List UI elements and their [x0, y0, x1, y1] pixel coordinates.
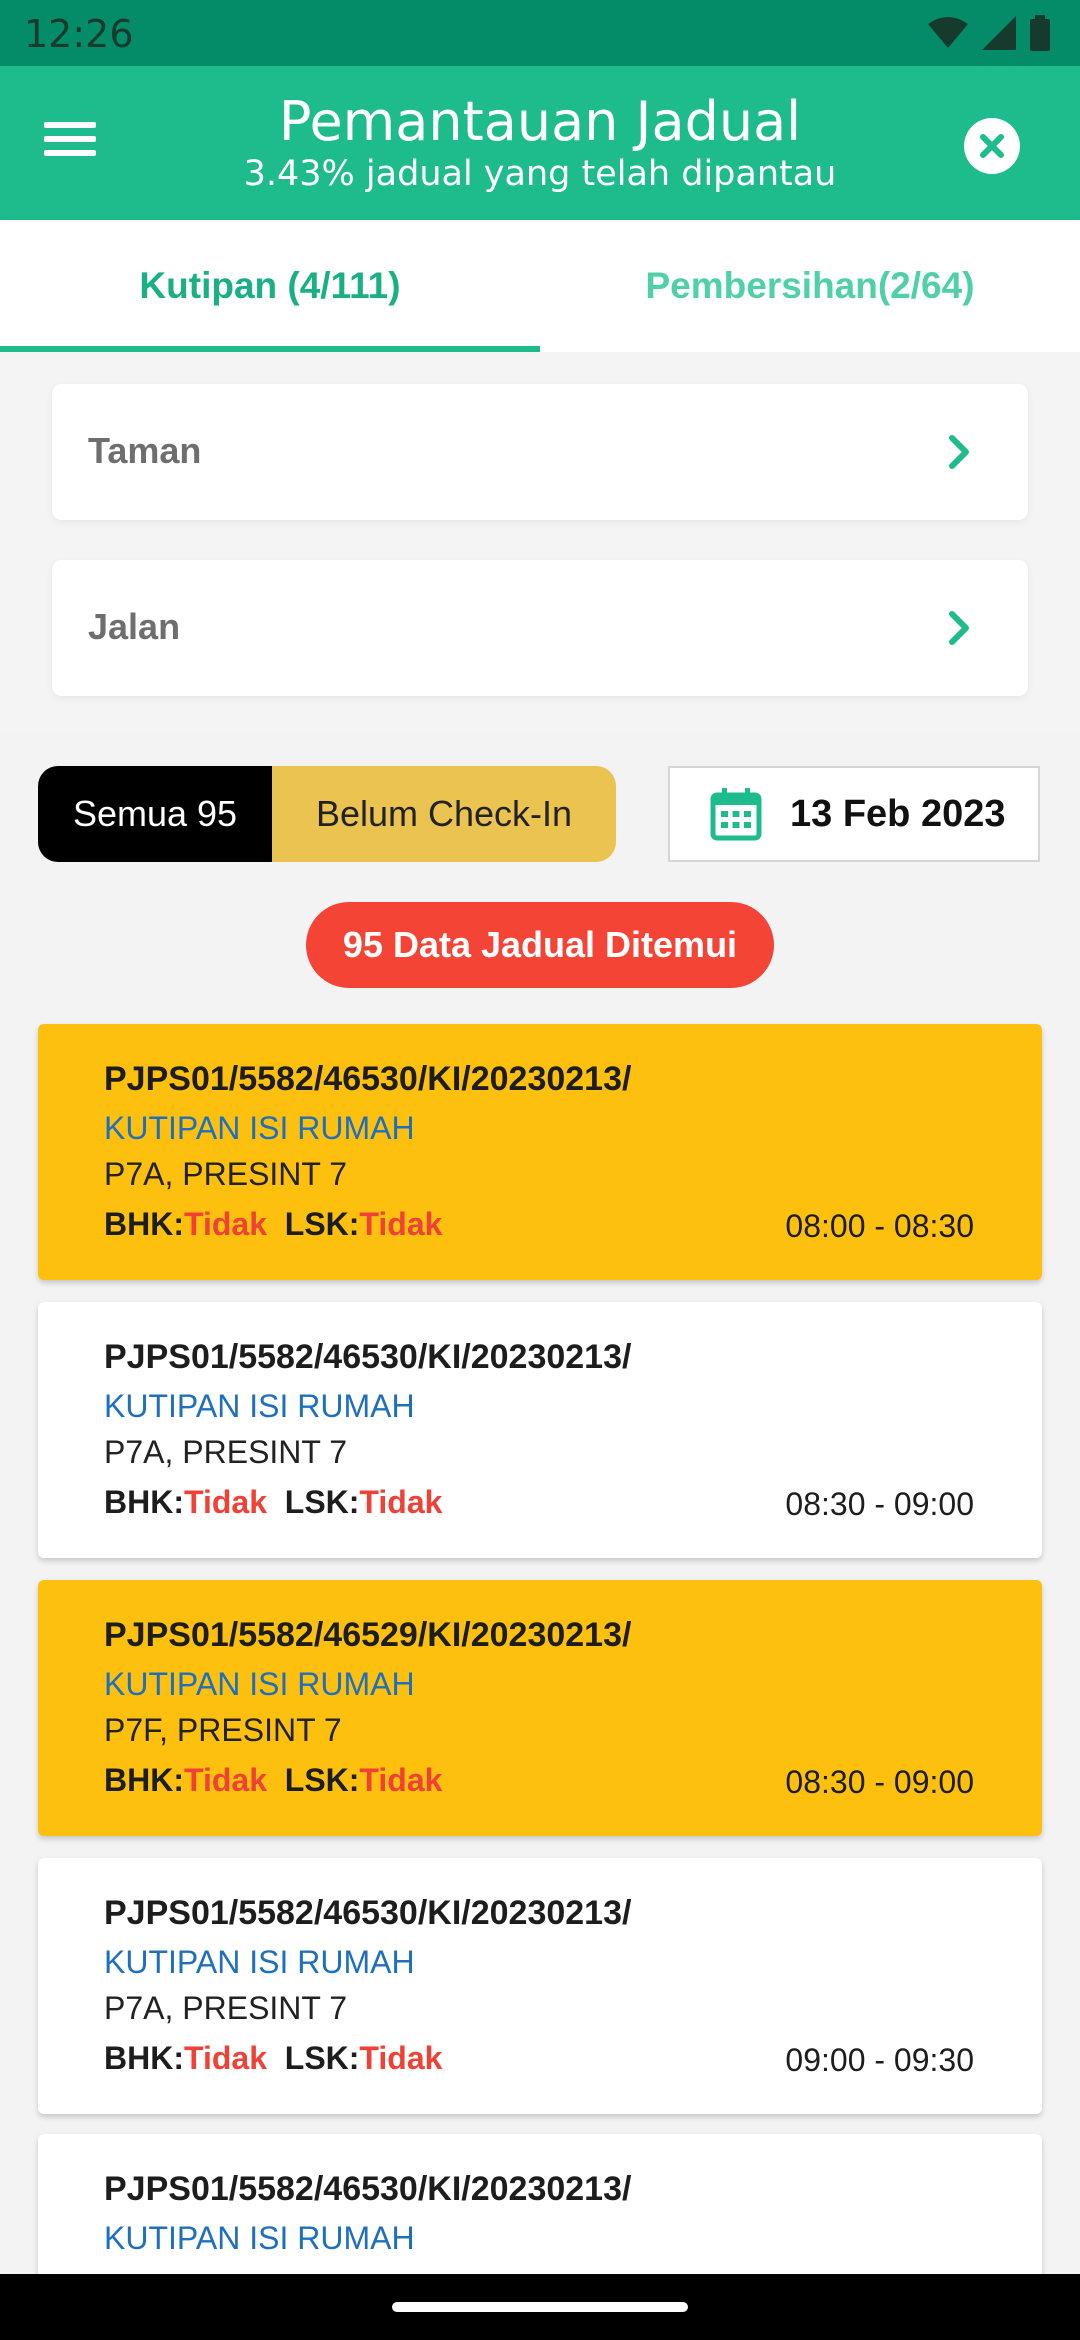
schedule-area: P7A, PRESINT 7 [104, 1434, 348, 1470]
date-value: 13 Feb 2023 [790, 792, 1006, 835]
page-subtitle: 3.43% jadual yang telah dipantau [243, 154, 837, 194]
bhk-value: Tidak [183, 1206, 267, 1242]
lsk-value: Tidak [359, 1762, 443, 1798]
lsk-value: Tidak [359, 1484, 443, 1520]
status-time: 12:26 [24, 12, 134, 56]
battery-icon [1030, 15, 1050, 51]
calendar-icon [710, 788, 762, 841]
status-icons [928, 14, 1050, 52]
schedule-time: 09:00 - 09:30 [785, 2042, 974, 2078]
schedule-flags: BHK:Tidak LSK:Tidak [104, 1484, 442, 1521]
system-nav-bar [0, 2274, 1080, 2340]
bhk-label: BHK: [104, 1206, 184, 1242]
filter-jalan[interactable]: Jalan [52, 560, 1028, 696]
schedule-flags: BHK:Tidak LSK:Tidak [104, 2040, 442, 2077]
schedule-card[interactable]: PJPS01/5582/46530/KI/20230213/ KUTIPAN I… [38, 1024, 1042, 1280]
lsk-label: LSK: [284, 1206, 360, 1242]
schedule-card[interactable]: PJPS01/5582/46529/KI/20230213/ KUTIPAN I… [38, 1580, 1042, 1836]
schedule-code: PJPS01/5582/46530/KI/20230213/ [104, 2170, 632, 2208]
schedule-time: 08:30 - 09:00 [785, 1486, 974, 1522]
signal-icon [982, 16, 1016, 50]
schedule-code: PJPS01/5582/46530/KI/20230213/ [104, 1060, 632, 1098]
chevron-right-icon [949, 435, 969, 469]
bhk-value: Tidak [183, 1484, 267, 1520]
filter-section: Taman Jalan [0, 352, 1080, 732]
schedule-card[interactable]: PJPS01/5582/46530/KI/20230213/ KUTIPAN I… [38, 1302, 1042, 1558]
schedule-area: P7F, PRESINT 7 [104, 1712, 342, 1748]
lsk-label: LSK: [284, 2040, 360, 2076]
schedule-code: PJPS01/5582/46530/KI/20230213/ [104, 1894, 632, 1932]
bhk-label: BHK: [104, 1762, 184, 1798]
filter-taman[interactable]: Taman [52, 384, 1028, 520]
filter-label: Taman [88, 430, 202, 471]
filter-label: Jalan [88, 606, 181, 647]
lsk-value: Tidak [359, 2040, 443, 2076]
schedule-code: PJPS01/5582/46530/KI/20230213/ [104, 1338, 632, 1376]
bhk-label: BHK: [104, 1484, 184, 1520]
status-bar: 12:26 [0, 0, 1080, 66]
schedule-flags: BHK:Tidak LSK:Tidak [104, 1762, 442, 1799]
tab-pembersihan[interactable]: Pembersihan(2/64) [540, 220, 1080, 352]
bhk-value: Tidak [183, 1762, 267, 1798]
schedule-time: 08:00 - 08:30 [785, 1208, 974, 1244]
segment-all[interactable]: Semua 95 [38, 766, 272, 862]
schedule-time: 08:30 - 09:00 [785, 1764, 974, 1800]
schedule-type: KUTIPAN ISI RUMAH [104, 1944, 415, 1980]
wifi-icon [928, 17, 968, 48]
lsk-label: LSK: [284, 1484, 360, 1520]
schedule-card[interactable]: PJPS01/5582/46530/KI/20230213/ KUTIPAN I… [38, 1858, 1042, 2114]
lsk-value: Tidak [359, 1206, 443, 1242]
lsk-label: LSK: [284, 1762, 360, 1798]
schedule-area: P7A, PRESINT 7 [104, 1156, 348, 1192]
schedule-type: KUTIPAN ISI RUMAH [104, 2220, 415, 2256]
close-icon[interactable] [964, 118, 1020, 174]
home-gesture-handle[interactable] [392, 2302, 688, 2312]
result-count-badge: 95 Data Jadual Ditemui [306, 902, 774, 988]
bhk-value: Tidak [183, 2040, 267, 2076]
segment-not-checked-in[interactable]: Belum Check-In [272, 766, 616, 862]
schedule-type: KUTIPAN ISI RUMAH [104, 1110, 415, 1146]
schedule-type: KUTIPAN ISI RUMAH [104, 1666, 415, 1702]
schedule-type: KUTIPAN ISI RUMAH [104, 1388, 415, 1424]
schedule-flags: BHK:Tidak LSK:Tidak [104, 1206, 442, 1243]
status-segment: Semua 95 Belum Check-In [38, 766, 616, 862]
chevron-right-icon [949, 611, 969, 645]
date-picker[interactable]: 13 Feb 2023 [668, 766, 1040, 862]
bhk-label: BHK: [104, 2040, 184, 2076]
app-bar: Pemantauan Jadual 3.43% jadual yang tela… [0, 66, 1080, 220]
tab-bar: Kutipan (4/111) Pembersihan(2/64) [0, 220, 1080, 352]
page-title: Pemantauan Jadual [278, 90, 802, 153]
tab-kutipan[interactable]: Kutipan (4/111) [0, 220, 540, 352]
schedule-code: PJPS01/5582/46529/KI/20230213/ [104, 1616, 632, 1654]
schedule-area: P7A, PRESINT 7 [104, 1990, 348, 2026]
